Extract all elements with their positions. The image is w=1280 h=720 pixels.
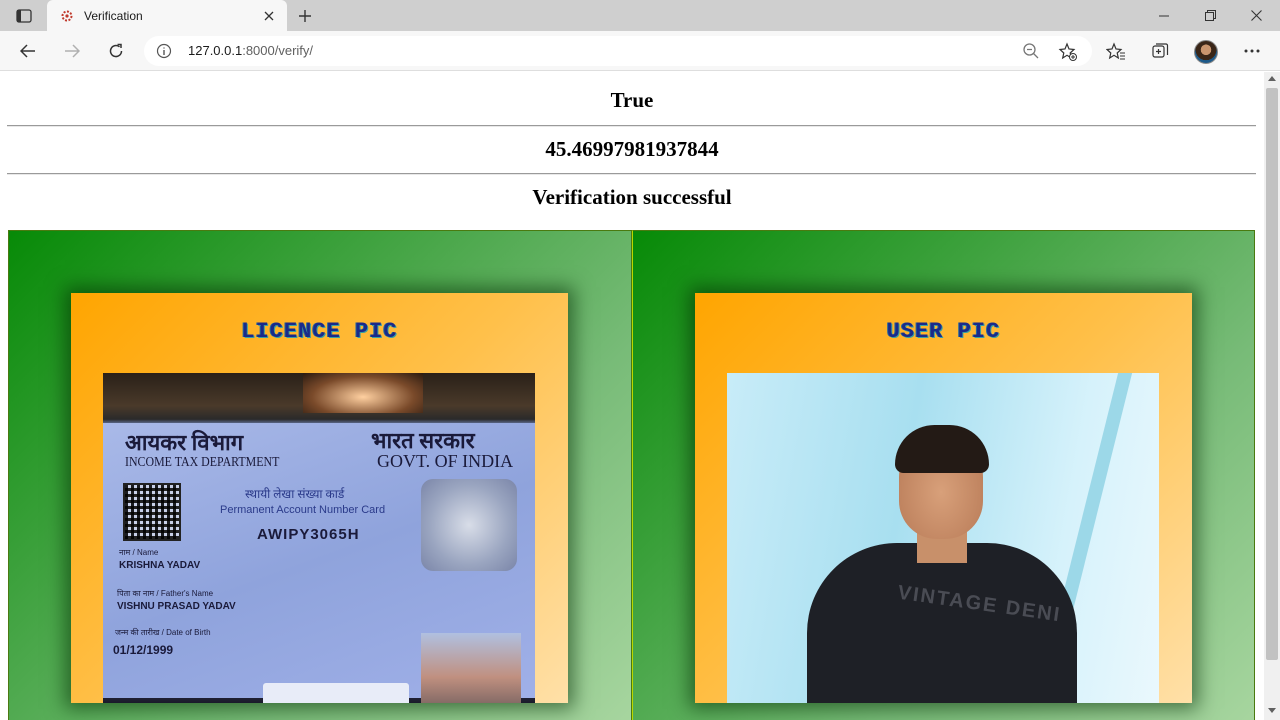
collections-icon[interactable] (1144, 35, 1176, 67)
more-options-icon[interactable] (1236, 35, 1268, 67)
user-card-title: USER PIC (886, 319, 1001, 344)
browser-tab[interactable]: Verification (47, 0, 287, 31)
signature (263, 683, 409, 703)
dob: 01/12/1999 (113, 643, 174, 657)
licence-card-title: LICENCE PIC (241, 319, 398, 344)
tab-title: Verification (84, 8, 143, 23)
pan-card-image: आयकर विभाग भारत सरकार INCOME TAX DEPARTM… (103, 423, 535, 703)
dept-text: INCOME TAX DEPARTMENT (125, 455, 280, 470)
url-path: :8000/verify/ (242, 43, 314, 58)
licence-card: LICENCE PIC आयकर विभाग भारत सरकार INCOME… (71, 293, 568, 703)
licence-panel: LICENCE PIC आयकर विभाग भारत सरकार INCOME… (8, 230, 632, 720)
card-type: Permanent Account Number Card (220, 504, 386, 516)
minimize-icon[interactable] (1141, 0, 1187, 31)
browser-toolbar: 127.0.0.1:8000/verify/ (0, 31, 1280, 71)
back-icon[interactable] (12, 35, 44, 67)
user-card: USER PIC VINTAGE DENI (695, 293, 1192, 703)
vertical-scrollbar[interactable] (1264, 72, 1280, 720)
user-photo: VINTAGE DENI (727, 373, 1159, 703)
gear-icon (59, 8, 75, 24)
hologram (421, 479, 517, 571)
father-name: VISHNU PRASAD YADAV (117, 601, 236, 612)
close-window-icon[interactable] (1233, 0, 1279, 31)
father-label: पिता का नाम / Father's Name (117, 589, 214, 598)
divider (7, 173, 1256, 175)
card-hindi: स्थायी लेखा संख्या कार्ड (245, 487, 345, 501)
govt-text: GOVT. OF INDIA (377, 451, 514, 471)
name-label: नाम / Name (119, 548, 159, 557)
tab-actions-icon[interactable] (10, 6, 38, 26)
new-tab-icon[interactable] (292, 3, 318, 29)
user-panel: USER PIC VINTAGE DENI (632, 230, 1255, 720)
verification-message: Verification successful (532, 185, 732, 209)
finger-shape (303, 373, 423, 413)
profile-avatar[interactable] (1194, 40, 1218, 64)
divider (7, 125, 1256, 127)
forward-icon[interactable] (56, 35, 88, 67)
similarity-score: 45.46997981937844 (545, 137, 719, 161)
licence-photo: आयकर विभाग भारत सरकार INCOME TAX DEPARTM… (103, 373, 535, 703)
zoom-out-icon[interactable] (1022, 42, 1042, 62)
verification-result: True (610, 88, 654, 112)
browser-tab-bar: Verification (0, 0, 1280, 31)
restore-icon[interactable] (1187, 0, 1233, 31)
page-content: True 45.46997981937844 Verification succ… (0, 72, 1264, 720)
scroll-up-arrow[interactable] (1268, 76, 1276, 81)
refresh-icon[interactable] (100, 35, 132, 67)
url-text[interactable]: 127.0.0.1:8000/verify/ (188, 43, 313, 58)
info-icon[interactable] (156, 43, 172, 59)
scroll-down-arrow[interactable] (1268, 708, 1276, 713)
url-host: 127.0.0.1 (188, 43, 243, 58)
hindi-dept: आयकर विभाग (125, 430, 244, 455)
qr-code (123, 483, 181, 541)
add-favorite-icon[interactable] (1058, 42, 1078, 62)
pan-number: AWIPY3065H (257, 526, 360, 543)
address-bar[interactable]: 127.0.0.1:8000/verify/ (144, 36, 1092, 66)
holder-name: KRISHNA YADAV (119, 560, 201, 571)
dob-label: जन्म की तारीख / Date of Birth (115, 628, 211, 637)
scroll-thumb[interactable] (1266, 88, 1278, 660)
close-tab-icon[interactable] (257, 4, 281, 28)
favorites-icon[interactable] (1100, 35, 1132, 67)
holder-photo (421, 633, 521, 703)
person-hair (895, 425, 989, 473)
